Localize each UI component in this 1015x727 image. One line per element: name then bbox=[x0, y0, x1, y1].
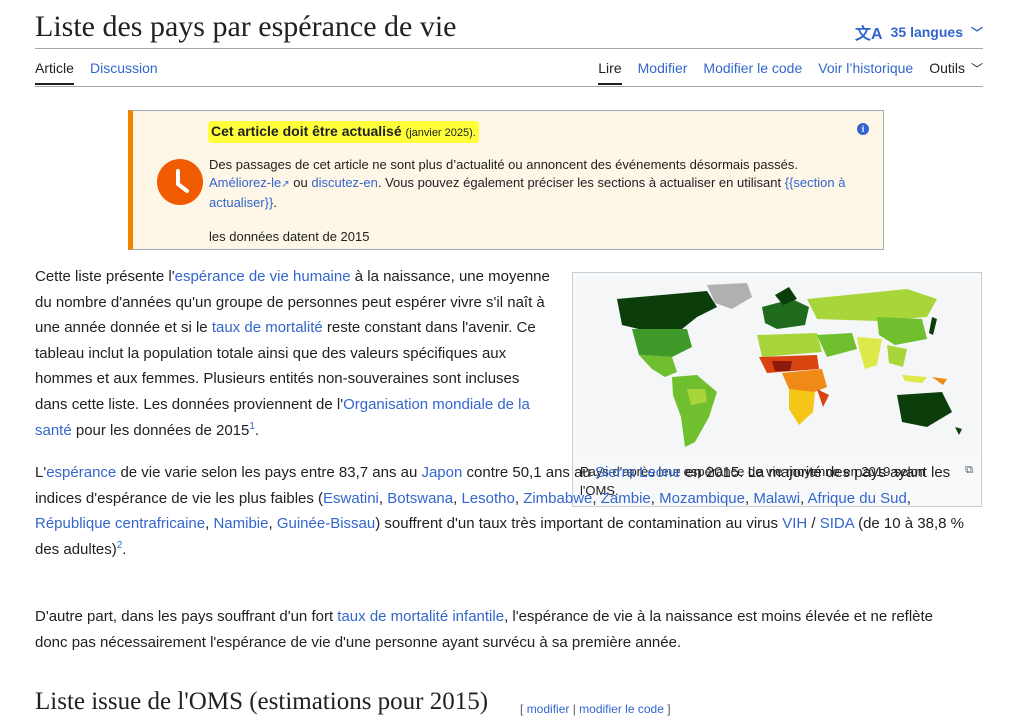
clock-icon bbox=[157, 159, 203, 205]
info-icon[interactable]: i bbox=[857, 123, 869, 135]
tab-history[interactable]: Voir l’historique bbox=[818, 60, 913, 85]
section-edit-code-link[interactable]: modifier le code bbox=[579, 702, 664, 716]
tab-discussion[interactable]: Discussion bbox=[90, 60, 158, 83]
link-sida[interactable]: SIDA bbox=[820, 515, 854, 532]
link-mortality-rate[interactable]: taux de mortalité bbox=[212, 319, 323, 336]
lead-paragraph: Cette liste présente l'espérance de vie … bbox=[35, 268, 550, 439]
page-title: Liste des pays par espérance de vie bbox=[35, 10, 457, 43]
link-country[interactable]: Afrique du Sud bbox=[808, 490, 907, 507]
update-notice: Cet article doit être actualisé (janvier… bbox=[128, 110, 884, 250]
translate-icon: 文A bbox=[855, 26, 883, 43]
link-country[interactable]: Eswatini bbox=[323, 490, 379, 507]
link-country[interactable]: Guinée-Bissau bbox=[277, 515, 375, 532]
page-tabs: Article Discussion Lire Modifier Modifie… bbox=[35, 60, 983, 87]
variation-paragraph: L'espérance de vie varie selon les pays … bbox=[35, 464, 964, 558]
tab-edit[interactable]: Modifier bbox=[638, 60, 688, 85]
link-country[interactable]: Malawi bbox=[753, 490, 800, 507]
external-link-icon: ↗ bbox=[281, 179, 290, 190]
chevron-down-icon: ﹀ bbox=[970, 62, 983, 76]
link-vih[interactable]: VIH bbox=[782, 515, 807, 532]
link-sierra-leone[interactable]: Sierra Leone bbox=[595, 464, 681, 481]
notice-title: Cet article doit être actualisé (janvier… bbox=[208, 121, 479, 143]
chevron-down-icon: ﹀ bbox=[970, 25, 983, 40]
notice-note: les données datent de 2015 bbox=[209, 229, 370, 244]
world-map-image[interactable] bbox=[577, 277, 977, 457]
tools-menu[interactable]: Outils ﹀ bbox=[929, 60, 983, 85]
infant-mortality-paragraph: D'autre part, dans les pays souffrant d'… bbox=[35, 608, 934, 651]
link-japan[interactable]: Japon bbox=[421, 464, 462, 481]
link-country[interactable]: Zimbabwe bbox=[523, 490, 592, 507]
link-country[interactable]: Zambie bbox=[601, 490, 651, 507]
language-label: 35 langues bbox=[890, 24, 963, 40]
tab-article[interactable]: Article bbox=[35, 60, 74, 85]
notice-body: Des passages de cet article ne sont plus… bbox=[209, 157, 846, 210]
link-country[interactable]: Mozambique bbox=[659, 490, 745, 507]
section-heading: Liste issue de l'OMS (estimations pour 2… bbox=[35, 688, 489, 715]
enlarge-icon[interactable]: ⧉ bbox=[965, 464, 973, 477]
language-button[interactable]: 文A 35 langues ﹀ bbox=[855, 20, 983, 44]
discuss-link[interactable]: discutez-en bbox=[311, 175, 377, 190]
link-esperance[interactable]: espérance bbox=[46, 464, 116, 481]
tab-read[interactable]: Lire bbox=[598, 60, 622, 85]
tools-label: Outils bbox=[929, 60, 965, 76]
link-country[interactable]: Botswana bbox=[387, 490, 453, 507]
link-country[interactable]: Lesotho bbox=[461, 490, 514, 507]
tab-edit-source[interactable]: Modifier le code bbox=[703, 60, 802, 85]
section-edit-link[interactable]: modifier bbox=[527, 702, 570, 716]
link-country[interactable]: République centrafricaine bbox=[35, 515, 205, 532]
improve-link[interactable]: Améliorez-le bbox=[209, 175, 281, 190]
section-edit-links: [ modifier | modifier le code ] bbox=[520, 702, 671, 716]
title-divider bbox=[35, 48, 983, 49]
link-life-expectancy[interactable]: espérance de vie humaine bbox=[175, 268, 351, 285]
link-country[interactable]: Namibie bbox=[213, 515, 268, 532]
link-infant-mortality[interactable]: taux de mortalité infantile bbox=[337, 608, 504, 625]
